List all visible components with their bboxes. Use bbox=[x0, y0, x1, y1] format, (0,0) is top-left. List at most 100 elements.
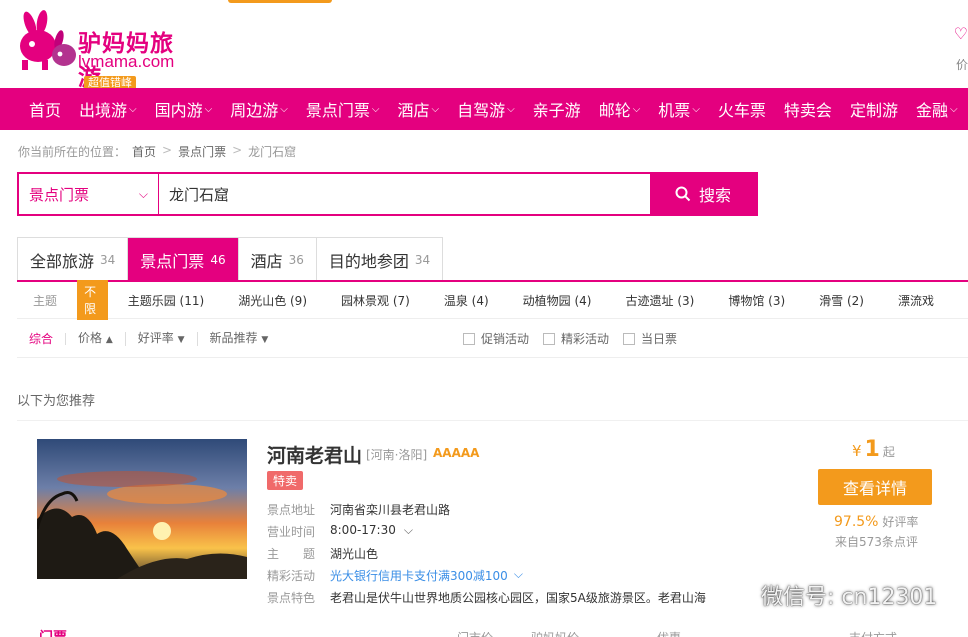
heart-icon[interactable]: ♡ bbox=[954, 24, 968, 43]
result-tab[interactable]: 全部旅游 34 bbox=[18, 238, 129, 281]
brand-logo[interactable]: 驴妈妈旅游 lvmama.com 超值错峰 bbox=[16, 10, 196, 91]
nav-item[interactable]: 定制游 bbox=[841, 88, 907, 130]
check-events[interactable]: 精彩活动 bbox=[543, 330, 609, 347]
info-theme: 主 题 湖光山色 bbox=[267, 545, 378, 562]
breadcrumb-tickets[interactable]: 景点门票 bbox=[178, 143, 226, 160]
info-key: 营业时间 bbox=[267, 525, 316, 539]
chevron-down-icon: ⌵ bbox=[138, 186, 148, 201]
tab-label: 全部旅游 bbox=[30, 251, 95, 271]
rating-percent: 97.5% bbox=[834, 514, 879, 530]
top-promo-strip[interactable] bbox=[228, 0, 332, 3]
scenic-photo[interactable] bbox=[37, 439, 247, 579]
result-tab[interactable]: 目的地参团 34 bbox=[317, 238, 442, 281]
col-payment: 支付方式 bbox=[849, 629, 897, 637]
check-promo-label: 促销活动 bbox=[481, 332, 530, 346]
checkbox[interactable] bbox=[463, 332, 475, 345]
view-detail-button[interactable]: 查看详情 bbox=[818, 469, 932, 505]
site-header: 驴妈妈旅游 lvmama.com 超值错峰 ♡ 价 bbox=[0, 0, 968, 91]
check-same-day[interactable]: 当日票 bbox=[623, 330, 677, 347]
filter-option[interactable]: 园林景观 (7) bbox=[341, 292, 410, 309]
nav-item[interactable]: 景点门票 ⌵ bbox=[297, 88, 389, 130]
filter-option[interactable]: 博物馆 (3) bbox=[728, 292, 785, 309]
nav-item-label: 亲子游 bbox=[532, 101, 581, 120]
wechat-watermark: 微信号: cn12301 bbox=[725, 579, 937, 611]
review-count[interactable]: 来自573条点评 bbox=[835, 533, 918, 550]
info-value: 河南省栾川县老君山路 bbox=[330, 503, 451, 517]
sort-bar: 综合 价格 ▲ 好评率 ▼ 新品推荐 ▼ 促销活动 精彩活动 当日票 bbox=[17, 320, 968, 358]
arrow-down-icon: ▼ bbox=[177, 334, 185, 345]
breadcrumb: 你当前所在的位置： 首页 > 景点门票 > 龙门石窟 bbox=[18, 143, 296, 160]
filter-option[interactable]: 滑雪 (2) bbox=[819, 292, 864, 309]
search-category-value: 景点门票 bbox=[29, 185, 90, 204]
nav-item[interactable]: 酒店 ⌵ bbox=[388, 88, 448, 130]
nav-item[interactable]: 国内游 ⌵ bbox=[146, 88, 222, 130]
sunset-mountain-image bbox=[37, 439, 247, 579]
breadcrumb-home[interactable]: 首页 bbox=[132, 143, 156, 160]
filter-items: 主题乐园 (11) 湖光山色 (9) 园林景观 (7) 温泉 (4) 动植物园 (4) 古… bbox=[128, 292, 968, 309]
sort-default[interactable]: 综合 bbox=[17, 332, 67, 345]
breadcrumb-separator: > bbox=[162, 143, 173, 157]
sort-rating[interactable]: 好评率 ▼ bbox=[126, 331, 198, 346]
filter-option[interactable]: 湖光山色 (9) bbox=[238, 292, 307, 309]
chevron-down-icon[interactable]: ⌵ bbox=[404, 523, 413, 540]
filter-option[interactable]: 古迹遗址 (3) bbox=[626, 292, 695, 309]
check-promo[interactable]: 促销活动 bbox=[463, 330, 529, 347]
tab-count: 36 bbox=[288, 252, 304, 267]
product-title[interactable]: 河南老君山 bbox=[267, 441, 362, 468]
info-key: 景点地址 bbox=[267, 503, 316, 517]
nav-item-label: 金融 bbox=[915, 101, 948, 120]
col-market-price: 门市价 bbox=[457, 629, 493, 637]
header-right-text[interactable]: 价 bbox=[956, 56, 968, 73]
search-button-label: 搜索 bbox=[698, 188, 731, 205]
info-events[interactable]: 精彩活动 光大银行信用卡支付满300减100 ⌵ bbox=[267, 567, 523, 584]
result-tab[interactable]: 景点门票 46 bbox=[128, 238, 239, 281]
tab-count: 34 bbox=[100, 252, 116, 267]
checkbox[interactable] bbox=[623, 332, 636, 345]
info-hours[interactable]: 营业时间 8:00-17:30 ⌵ bbox=[267, 523, 413, 540]
nav-item[interactable]: 火车票 bbox=[709, 88, 775, 130]
checkbox[interactable] bbox=[543, 332, 556, 345]
nav-item[interactable]: 金融 ⌵ bbox=[907, 88, 967, 130]
product-grade: AAAAA bbox=[433, 446, 480, 460]
nav-item[interactable]: 自驾游 ⌵ bbox=[448, 88, 524, 130]
sort-new[interactable]: 新品推荐 ▼ bbox=[198, 332, 281, 346]
nav-item-label: 火车票 bbox=[717, 101, 766, 120]
tab-label: 景点门票 bbox=[140, 251, 205, 271]
theme-filter: 主题 不限 主题乐园 (11) 湖光山色 (9) 园林景观 (7) 温泉 (4) 动植物… bbox=[17, 280, 968, 320]
result-tab[interactable]: 酒店 36 bbox=[239, 238, 317, 281]
sort-price[interactable]: 价格 ▲ bbox=[66, 330, 126, 346]
search-input[interactable] bbox=[159, 174, 650, 214]
nav-item-label: 出境游 bbox=[79, 101, 128, 120]
search-button[interactable]: 搜索 bbox=[650, 174, 756, 214]
sort-price-label: 价格 bbox=[78, 330, 103, 345]
nav-item[interactable]: 首页 bbox=[20, 88, 70, 130]
price: ¥ 1 起 bbox=[852, 437, 895, 462]
nav-item-label: 景点门票 bbox=[305, 101, 370, 120]
nav-item[interactable]: 特卖会 bbox=[775, 88, 841, 130]
filter-unlimited[interactable]: 不限 bbox=[77, 280, 108, 320]
col-lvmama-price: 驴妈妈价 bbox=[531, 629, 579, 637]
donkey-logo-icon bbox=[20, 10, 76, 70]
nav-item[interactable]: 出境游 ⌵ bbox=[70, 88, 146, 130]
nav-item[interactable]: 亲子游 bbox=[524, 88, 590, 130]
nav-item[interactable]: 邮轮 ⌵ bbox=[590, 88, 650, 130]
chevron-down-icon[interactable]: ⌵ bbox=[514, 567, 523, 584]
watermark-text: 微信号: cn12301 bbox=[761, 585, 938, 610]
result-tabs: 全部旅游 34 景点门票 46 酒店 36 目的地参团 34 bbox=[17, 237, 444, 281]
info-value: 8:00-17:30 bbox=[330, 523, 396, 537]
nav-item-label: 自驾游 bbox=[457, 101, 506, 120]
nav-item[interactable]: 机票 ⌵ bbox=[649, 88, 709, 130]
sort-checks: 促销活动 精彩活动 当日票 bbox=[463, 330, 691, 347]
search-category-select[interactable]: 景点门票 ⌵ bbox=[19, 174, 159, 214]
filter-option[interactable]: 温泉 (4) bbox=[444, 292, 489, 309]
nav-item[interactable]: 周边游 ⌵ bbox=[221, 88, 297, 130]
filter-option[interactable]: 主题乐园 (11) bbox=[128, 292, 204, 309]
filter-option[interactable]: 动植物园 (4) bbox=[523, 292, 592, 309]
filter-option[interactable]: 漂流戏 bbox=[898, 292, 934, 309]
chevron-down-icon: ⌵ bbox=[949, 103, 958, 115]
wechat-icon bbox=[725, 584, 753, 606]
nav-item-label: 酒店 bbox=[397, 101, 430, 120]
product-region: [河南·洛阳] bbox=[366, 448, 428, 462]
info-value[interactable]: 光大银行信用卡支付满300减100 bbox=[330, 567, 508, 584]
ticket-columns: 门市价 驴妈妈价 优惠 支付方式 bbox=[457, 629, 897, 637]
